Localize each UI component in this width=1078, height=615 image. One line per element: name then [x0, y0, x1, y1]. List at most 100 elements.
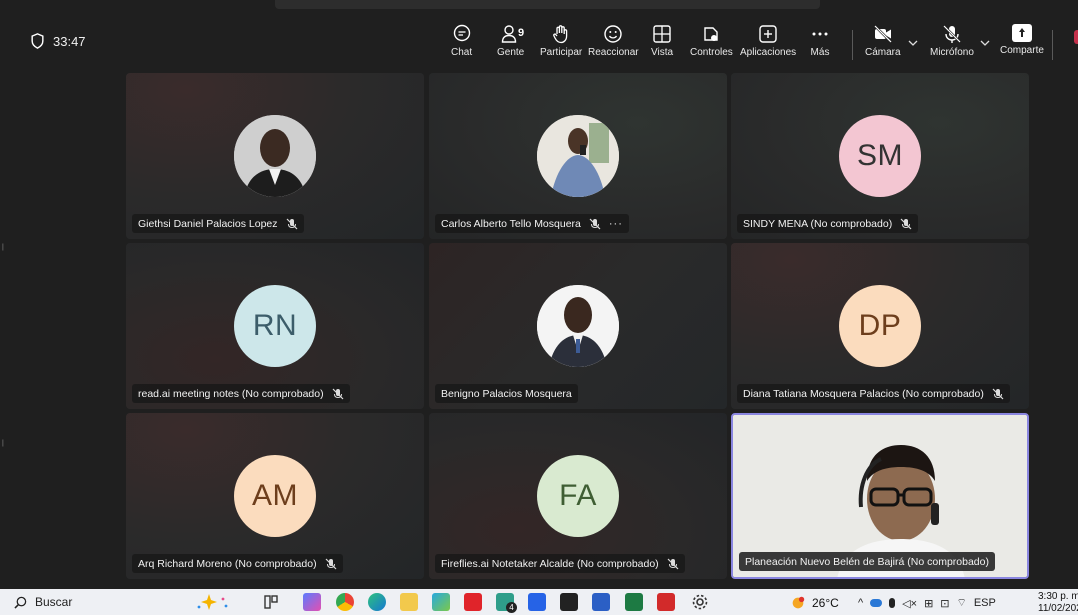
smiley-icon — [604, 25, 622, 43]
chevron-up-icon[interactable]: ^ — [858, 597, 863, 609]
language-indicator[interactable]: ESP — [974, 597, 996, 609]
people-label: Gente — [497, 47, 525, 58]
top-handle — [275, 0, 820, 9]
excel-icon[interactable] — [625, 593, 643, 611]
acrobat-icon[interactable] — [657, 593, 675, 611]
mic-off-icon — [943, 25, 961, 43]
people-button[interactable]: 9 Gente — [497, 24, 524, 58]
search-placeholder: Buscar — [35, 595, 73, 609]
mic-chevron-down-icon[interactable] — [980, 38, 990, 48]
apps-label: Aplicaciones — [740, 47, 797, 58]
participant-tile[interactable]: Giethsi Daniel Palacios Lopez — [126, 73, 424, 239]
camera-chevron-down-icon[interactable] — [908, 38, 918, 48]
avatar: FA — [537, 455, 619, 537]
name-tag: Fireflies.ai Notetaker Alcalde (No compr… — [435, 554, 685, 573]
raise-label: Participar — [540, 47, 583, 58]
controls-button[interactable]: Controles — [690, 24, 733, 58]
raise-hand-button[interactable]: Participar — [540, 24, 582, 58]
avatar-initials: RN — [252, 309, 298, 342]
participant-name: Diana Tatiana Mosquera Palacios (No comp… — [743, 387, 984, 400]
chat-label: Chat — [451, 47, 473, 58]
word-icon[interactable] — [592, 593, 610, 611]
view-button[interactable]: Vista — [651, 24, 673, 58]
person-photo-icon — [537, 285, 619, 367]
participant-tile[interactable]: RN read.ai meeting notes (No comprobado) — [126, 243, 424, 409]
chrome-icon[interactable] — [336, 593, 354, 611]
more-options-icon[interactable]: ··· — [609, 218, 623, 230]
mic-muted-icon — [332, 388, 344, 399]
photos-app-icon[interactable] — [432, 593, 450, 611]
chat-icon — [453, 24, 470, 42]
avatar — [537, 115, 619, 197]
participant-tile[interactable]: AM Arq Richard Moreno (No comprobado) — [126, 413, 424, 579]
name-tag: SINDY MENA (No comprobado) — [737, 214, 919, 233]
controls-icon — [704, 27, 719, 41]
task-view-icon[interactable] — [262, 593, 280, 611]
app-icon[interactable] — [560, 593, 578, 611]
toolbar-divider-2 — [1052, 30, 1053, 60]
more-label: Más — [810, 47, 830, 58]
whatsapp-icon[interactable]: 4 — [496, 593, 517, 613]
file-explorer-icon[interactable] — [400, 593, 418, 611]
avatar — [537, 285, 619, 367]
mic-muted-icon — [325, 558, 337, 569]
react-button[interactable]: Reaccionar — [588, 24, 639, 58]
edge-mark-2: | — [2, 440, 4, 447]
name-tag: Carlos Alberto Tello Mosquera ··· — [435, 214, 629, 233]
mic-button[interactable]: Micrófono — [930, 24, 974, 58]
name-tag: Planeación Nuevo Belén de Bajirá (No com… — [739, 552, 995, 571]
participant-name: Planeación Nuevo Belén de Bajirá (No com… — [745, 555, 989, 568]
apps-button[interactable]: Aplicaciones — [740, 24, 796, 58]
participant-tile[interactable]: FA Fireflies.ai Notetaker Alcalde (No co… — [429, 413, 727, 579]
more-button[interactable]: Más — [810, 24, 830, 58]
participant-name: SINDY MENA (No comprobado) — [743, 217, 893, 230]
mic-muted-icon — [667, 558, 679, 569]
share-button[interactable]: Comparte — [1000, 24, 1044, 56]
camera-off-icon — [873, 25, 892, 43]
participant-tile[interactable]: Benigno Palacios Mosquera — [429, 243, 727, 409]
grid-view-icon — [653, 25, 671, 43]
wifi-icon[interactable]: ⌔ — [957, 596, 967, 610]
name-tag: read.ai meeting notes (No comprobado) — [132, 384, 350, 403]
edge-icon[interactable] — [368, 593, 386, 611]
mic-muted-icon — [992, 388, 1004, 399]
volume-muted-icon[interactable]: ◁× — [902, 597, 917, 610]
camera-label: Cámara — [865, 47, 901, 58]
taskbar-search[interactable]: Buscar — [14, 595, 72, 609]
mic-label: Micrófono — [930, 47, 974, 58]
mic-muted-icon — [900, 218, 912, 229]
network-icon[interactable]: ⊞ — [924, 597, 933, 610]
weather-widget[interactable]: 26°C — [790, 595, 839, 611]
participant-name: Benigno Palacios Mosquera — [441, 387, 572, 400]
youtube-icon[interactable] — [464, 593, 482, 611]
participant-name: Giethsi Daniel Palacios Lopez — [138, 217, 278, 230]
participant-tile[interactable]: SM SINDY MENA (No comprobado) — [731, 73, 1029, 239]
camera-tray-icon[interactable]: ⊡ — [940, 597, 949, 610]
taskbar-clock[interactable]: 3:30 p. m. 11/02/2025 — [1038, 591, 1078, 615]
share-label: Comparte — [1000, 45, 1044, 56]
share-screen-icon — [1011, 24, 1032, 42]
onedrive-icon[interactable] — [870, 599, 883, 607]
name-tag: Benigno Palacios Mosquera — [435, 384, 578, 403]
leave-button[interactable] — [1074, 30, 1078, 44]
participant-tile-active-video[interactable]: Planeación Nuevo Belén de Bajirá (No com… — [731, 413, 1029, 579]
avatar: DP — [839, 285, 921, 367]
participant-tile[interactable]: Carlos Alberto Tello Mosquera ··· — [429, 73, 727, 239]
clock-time: 3:30 p. m. — [1038, 591, 1078, 602]
edge-mark: | — [2, 244, 4, 251]
mic-muted-icon — [286, 218, 297, 229]
chat-button[interactable]: Chat — [451, 24, 472, 58]
participant-tile[interactable]: DP Diana Tatiana Mosquera Palacios (No c… — [731, 243, 1029, 409]
store-icon[interactable] — [528, 593, 546, 611]
copilot-sparkle-icon[interactable] — [195, 593, 239, 611]
mic-tray-icon[interactable] — [889, 598, 896, 608]
copilot-app-icon[interactable] — [303, 593, 321, 611]
camera-button[interactable]: Cámara — [865, 24, 901, 58]
participant-name: Arq Richard Moreno (No comprobado) — [138, 557, 317, 570]
view-label: Vista — [651, 47, 674, 58]
settings-gear-icon[interactable] — [691, 593, 709, 611]
weather-temp: 26°C — [812, 596, 839, 610]
controls-label: Controles — [690, 47, 733, 58]
people-count: 9 — [518, 27, 525, 39]
more-dots-icon — [812, 32, 828, 36]
